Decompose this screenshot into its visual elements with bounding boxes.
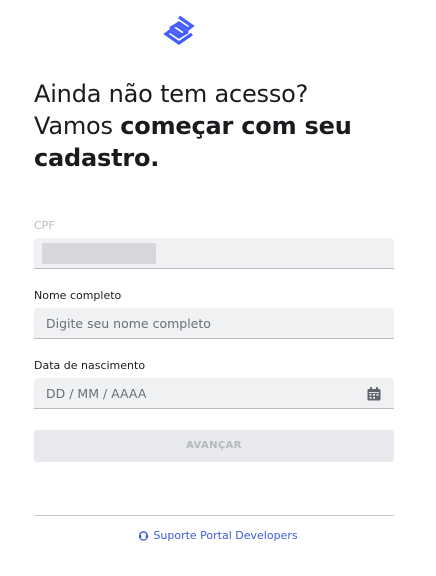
avancar-button[interactable]: AVANÇAR <box>34 430 394 462</box>
heading-line-3: cadastro. <box>34 142 404 174</box>
nome-completo-field <box>34 308 394 339</box>
heading-line-2: Vamos começar com seu <box>34 110 404 142</box>
footer-divider <box>34 515 394 516</box>
cpf-field <box>34 238 394 269</box>
banco-do-brasil-logo-icon <box>163 15 195 45</box>
heading-line-1: Ainda não tem acesso? <box>34 80 309 108</box>
heading-line-2-bold: começar com seu <box>120 112 352 140</box>
heading-line-2-regular: Vamos <box>34 112 121 140</box>
calendar-icon[interactable] <box>367 387 381 401</box>
data-nascimento-input[interactable] <box>34 378 394 408</box>
data-nascimento-label: Data de nascimento <box>34 359 146 372</box>
headset-icon <box>139 531 149 541</box>
cpf-label: CPF <box>34 219 55 232</box>
nome-completo-label: Nome completo <box>34 289 122 302</box>
page-heading: Ainda não tem acesso? Vamos começar com … <box>34 78 404 174</box>
support-link[interactable]: Suporte Portal Developers <box>0 529 436 543</box>
data-nascimento-field <box>34 378 394 409</box>
nome-completo-input[interactable] <box>34 308 394 338</box>
heading-line-3-bold: cadastro. <box>34 144 160 172</box>
support-link-label: Suporte Portal Developers <box>153 529 298 542</box>
cpf-masked-value <box>42 243 156 264</box>
